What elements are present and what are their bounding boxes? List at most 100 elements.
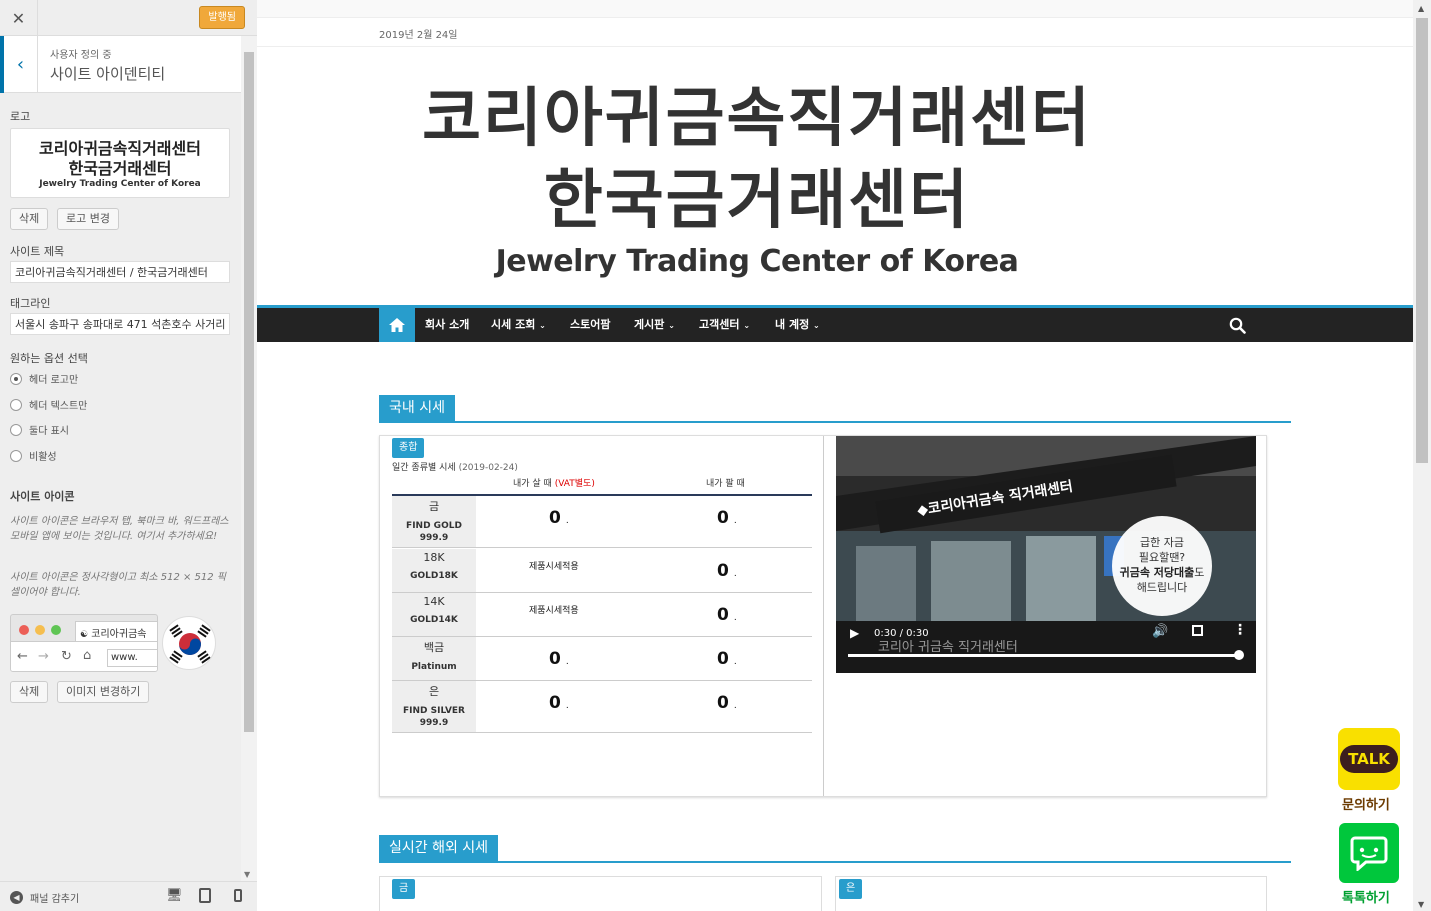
kakao-inquiry-label[interactable]: 문의하기 bbox=[1342, 794, 1390, 813]
mobile-preview-icon[interactable] bbox=[234, 889, 242, 902]
nav-customer-center[interactable]: 고객센터 ⌄ bbox=[699, 308, 750, 342]
reload-icon: ↻ bbox=[61, 649, 72, 664]
video-time: 0:30 / 0:30 bbox=[874, 628, 929, 639]
option-label: 헤더 텍스트만 bbox=[29, 401, 88, 412]
sell-price-value: 0 bbox=[717, 649, 729, 669]
tablet-preview-icon[interactable] bbox=[199, 888, 211, 903]
panel-scrollbar-thumb[interactable] bbox=[244, 52, 254, 732]
option-label: 헤더 로고만 bbox=[29, 375, 79, 386]
korea-flag-icon: ☯ bbox=[80, 630, 89, 640]
vat-note: (VAT별도) bbox=[554, 479, 595, 489]
silver-badge: 은 bbox=[839, 879, 863, 899]
customizer-panel: ✕ 발행됨 ‹ 사용자 정의 중 사이트 아이덴티티 ▼ 로고 코리아귀금속직거… bbox=[0, 0, 257, 911]
browser-toolbar-preview: ← → ↻ ⌂ www. bbox=[11, 641, 157, 671]
tagline-input[interactable]: 서울시 송파구 송파대로 471 석촌호수 사거리 bbox=[10, 313, 230, 335]
scroll-down-arrow-icon[interactable]: ▼ bbox=[244, 870, 250, 879]
hide-panel-label: 패널 감추기 bbox=[30, 894, 80, 905]
sell-column-header: 내가 팔 때 bbox=[706, 479, 745, 489]
metal-name-ko: 백금 bbox=[423, 641, 445, 654]
summary-badge: 종합 bbox=[392, 438, 425, 458]
remove-site-icon-button[interactable]: 삭제 bbox=[10, 681, 49, 703]
chevron-down-icon: ⌄ bbox=[539, 321, 546, 330]
metal-name-ko: 14K bbox=[423, 595, 445, 608]
price-subtitle: 일간 종류별 시세 (2019-02-24) bbox=[392, 460, 518, 473]
site-title-input[interactable]: 코리아귀금속직거래센터 / 한국금거래센터 bbox=[10, 261, 230, 283]
main-navigation: 회사 소개 시세 조회 ⌄ 스토어팜 게시판 ⌄ 고객센터 ⌄ 내 계정 ⌄ bbox=[257, 308, 1413, 342]
price-subtitle-text: 일간 종류별 시세 bbox=[392, 463, 456, 473]
nav-store[interactable]: 스토어팜 bbox=[570, 308, 610, 342]
back-chevron-icon[interactable]: ‹ bbox=[0, 36, 38, 93]
fullscreen-icon[interactable] bbox=[1192, 625, 1203, 636]
home-icon: ⌂ bbox=[83, 648, 92, 663]
desktop-preview-icon[interactable]: 🖥 bbox=[166, 888, 183, 903]
store-video-player[interactable]: ◆코리아귀금속 직거래센터 급한 자금 필요할땐? 귀금속 저당대출도 해드립니… bbox=[836, 436, 1256, 673]
buy-header-text: 내가 살 때 bbox=[513, 479, 552, 489]
radio-selected-icon[interactable] bbox=[10, 372, 22, 385]
video-progress-knob[interactable] bbox=[1234, 650, 1244, 660]
video-progress-bar[interactable] bbox=[848, 654, 1240, 657]
domestic-price-heading: 국내 시세 bbox=[379, 395, 455, 421]
header-date: 2019년 2월 24일 bbox=[379, 30, 458, 41]
nav-board[interactable]: 게시판 ⌄ bbox=[634, 308, 675, 342]
buy-price-value: 0 bbox=[549, 693, 561, 713]
sell-price-value: 0 bbox=[717, 693, 729, 713]
card-divider bbox=[823, 436, 824, 796]
search-icon[interactable] bbox=[1229, 317, 1246, 338]
preview-scrollbar[interactable]: ▲ ▼ bbox=[1413, 0, 1431, 911]
buy-price-note: 제품시세적용 bbox=[529, 606, 579, 616]
metal-name-ko: 은 bbox=[428, 685, 440, 698]
bubble-bold: 귀금속 저당대출 bbox=[1119, 566, 1195, 579]
logo-preview[interactable]: 코리아귀금속직거래센터 한국금거래센터 Jewelry Trading Cent… bbox=[10, 128, 230, 198]
customizer-header: ✕ 발행됨 bbox=[0, 0, 257, 36]
bubble-line: 필요할땐? bbox=[1138, 551, 1186, 564]
change-logo-button[interactable]: 로고 변경 bbox=[57, 208, 119, 230]
chevron-down-icon: ⌄ bbox=[668, 321, 675, 330]
option-text-only[interactable]: 헤더 텍스트만 bbox=[10, 397, 87, 412]
panel-scrollbar[interactable]: ▼ bbox=[241, 36, 257, 881]
nav-my-account[interactable]: 내 계정 ⌄ bbox=[775, 308, 820, 342]
price-suffix: . bbox=[733, 516, 737, 526]
price-date: (2019-02-24) bbox=[458, 463, 518, 473]
naver-talktalk-button[interactable] bbox=[1339, 823, 1399, 883]
scroll-down-arrow-icon[interactable]: ▼ bbox=[1418, 900, 1424, 909]
remove-logo-button[interactable]: 삭제 bbox=[10, 208, 49, 230]
header-options-label: 원하는 옵션 선택 bbox=[10, 352, 88, 365]
nav-price-lookup[interactable]: 시세 조회 ⌄ bbox=[491, 308, 546, 342]
price-suffix: . bbox=[733, 569, 737, 579]
logo-preview-line2: 한국금거래센터 bbox=[68, 159, 172, 178]
more-options-icon[interactable]: ⋮ bbox=[1233, 622, 1247, 638]
play-icon[interactable]: ▶ bbox=[850, 626, 859, 640]
bubble-tail: 도 bbox=[1194, 566, 1205, 579]
option-label: 비활성 bbox=[29, 452, 57, 463]
radio-icon[interactable] bbox=[10, 398, 22, 411]
site-logo-line3: Jewelry Trading Center of Korea bbox=[495, 244, 1019, 279]
scroll-up-arrow-icon[interactable]: ▲ bbox=[1418, 4, 1424, 13]
hide-panel-button[interactable]: ◀ 패널 감추기 bbox=[10, 890, 79, 905]
radio-icon[interactable] bbox=[10, 449, 22, 462]
radio-icon[interactable] bbox=[10, 423, 22, 436]
price-suffix: . bbox=[565, 701, 569, 711]
option-disabled[interactable]: 비활성 bbox=[10, 448, 57, 463]
option-logo-only[interactable]: 헤더 로고만 bbox=[10, 371, 78, 386]
publish-button[interactable]: 발행됨 bbox=[199, 6, 245, 29]
buy-price: 0. bbox=[549, 649, 569, 669]
site-icon-flag-preview bbox=[162, 616, 216, 670]
gold-badge: 금 bbox=[392, 879, 416, 899]
table-row: 18K GOLD18K 제품시세적용 0. bbox=[392, 549, 812, 593]
kakao-talk-button[interactable]: TALK bbox=[1338, 728, 1400, 790]
buy-price-note: 제품시세적용 bbox=[529, 562, 579, 572]
home-icon[interactable] bbox=[379, 308, 415, 342]
volume-icon[interactable]: 🔊 bbox=[1152, 624, 1168, 639]
nav-label: 시세 조회 bbox=[491, 318, 536, 331]
kakao-talk-icon: TALK bbox=[1340, 745, 1398, 773]
domestic-price-card: 종합 일간 종류별 시세 (2019-02-24) 내가 살 때 (VAT별도)… bbox=[379, 435, 1267, 797]
talktalk-label[interactable]: 톡톡하기 bbox=[1342, 887, 1390, 906]
breadcrumb: 사용자 정의 중 bbox=[50, 50, 112, 61]
change-site-icon-button[interactable]: 이미지 변경하기 bbox=[57, 681, 150, 703]
nav-about[interactable]: 회사 소개 bbox=[425, 308, 469, 342]
site-logo[interactable]: 코리아귀금속직거래센터 한국금거래센터 Jewelry Trading Cent… bbox=[417, 78, 1097, 282]
close-icon[interactable]: ✕ bbox=[0, 0, 38, 36]
preview-scrollbar-thumb[interactable] bbox=[1416, 18, 1428, 463]
top-bar bbox=[257, 0, 1413, 18]
option-both[interactable]: 둘다 표시 bbox=[10, 422, 69, 437]
